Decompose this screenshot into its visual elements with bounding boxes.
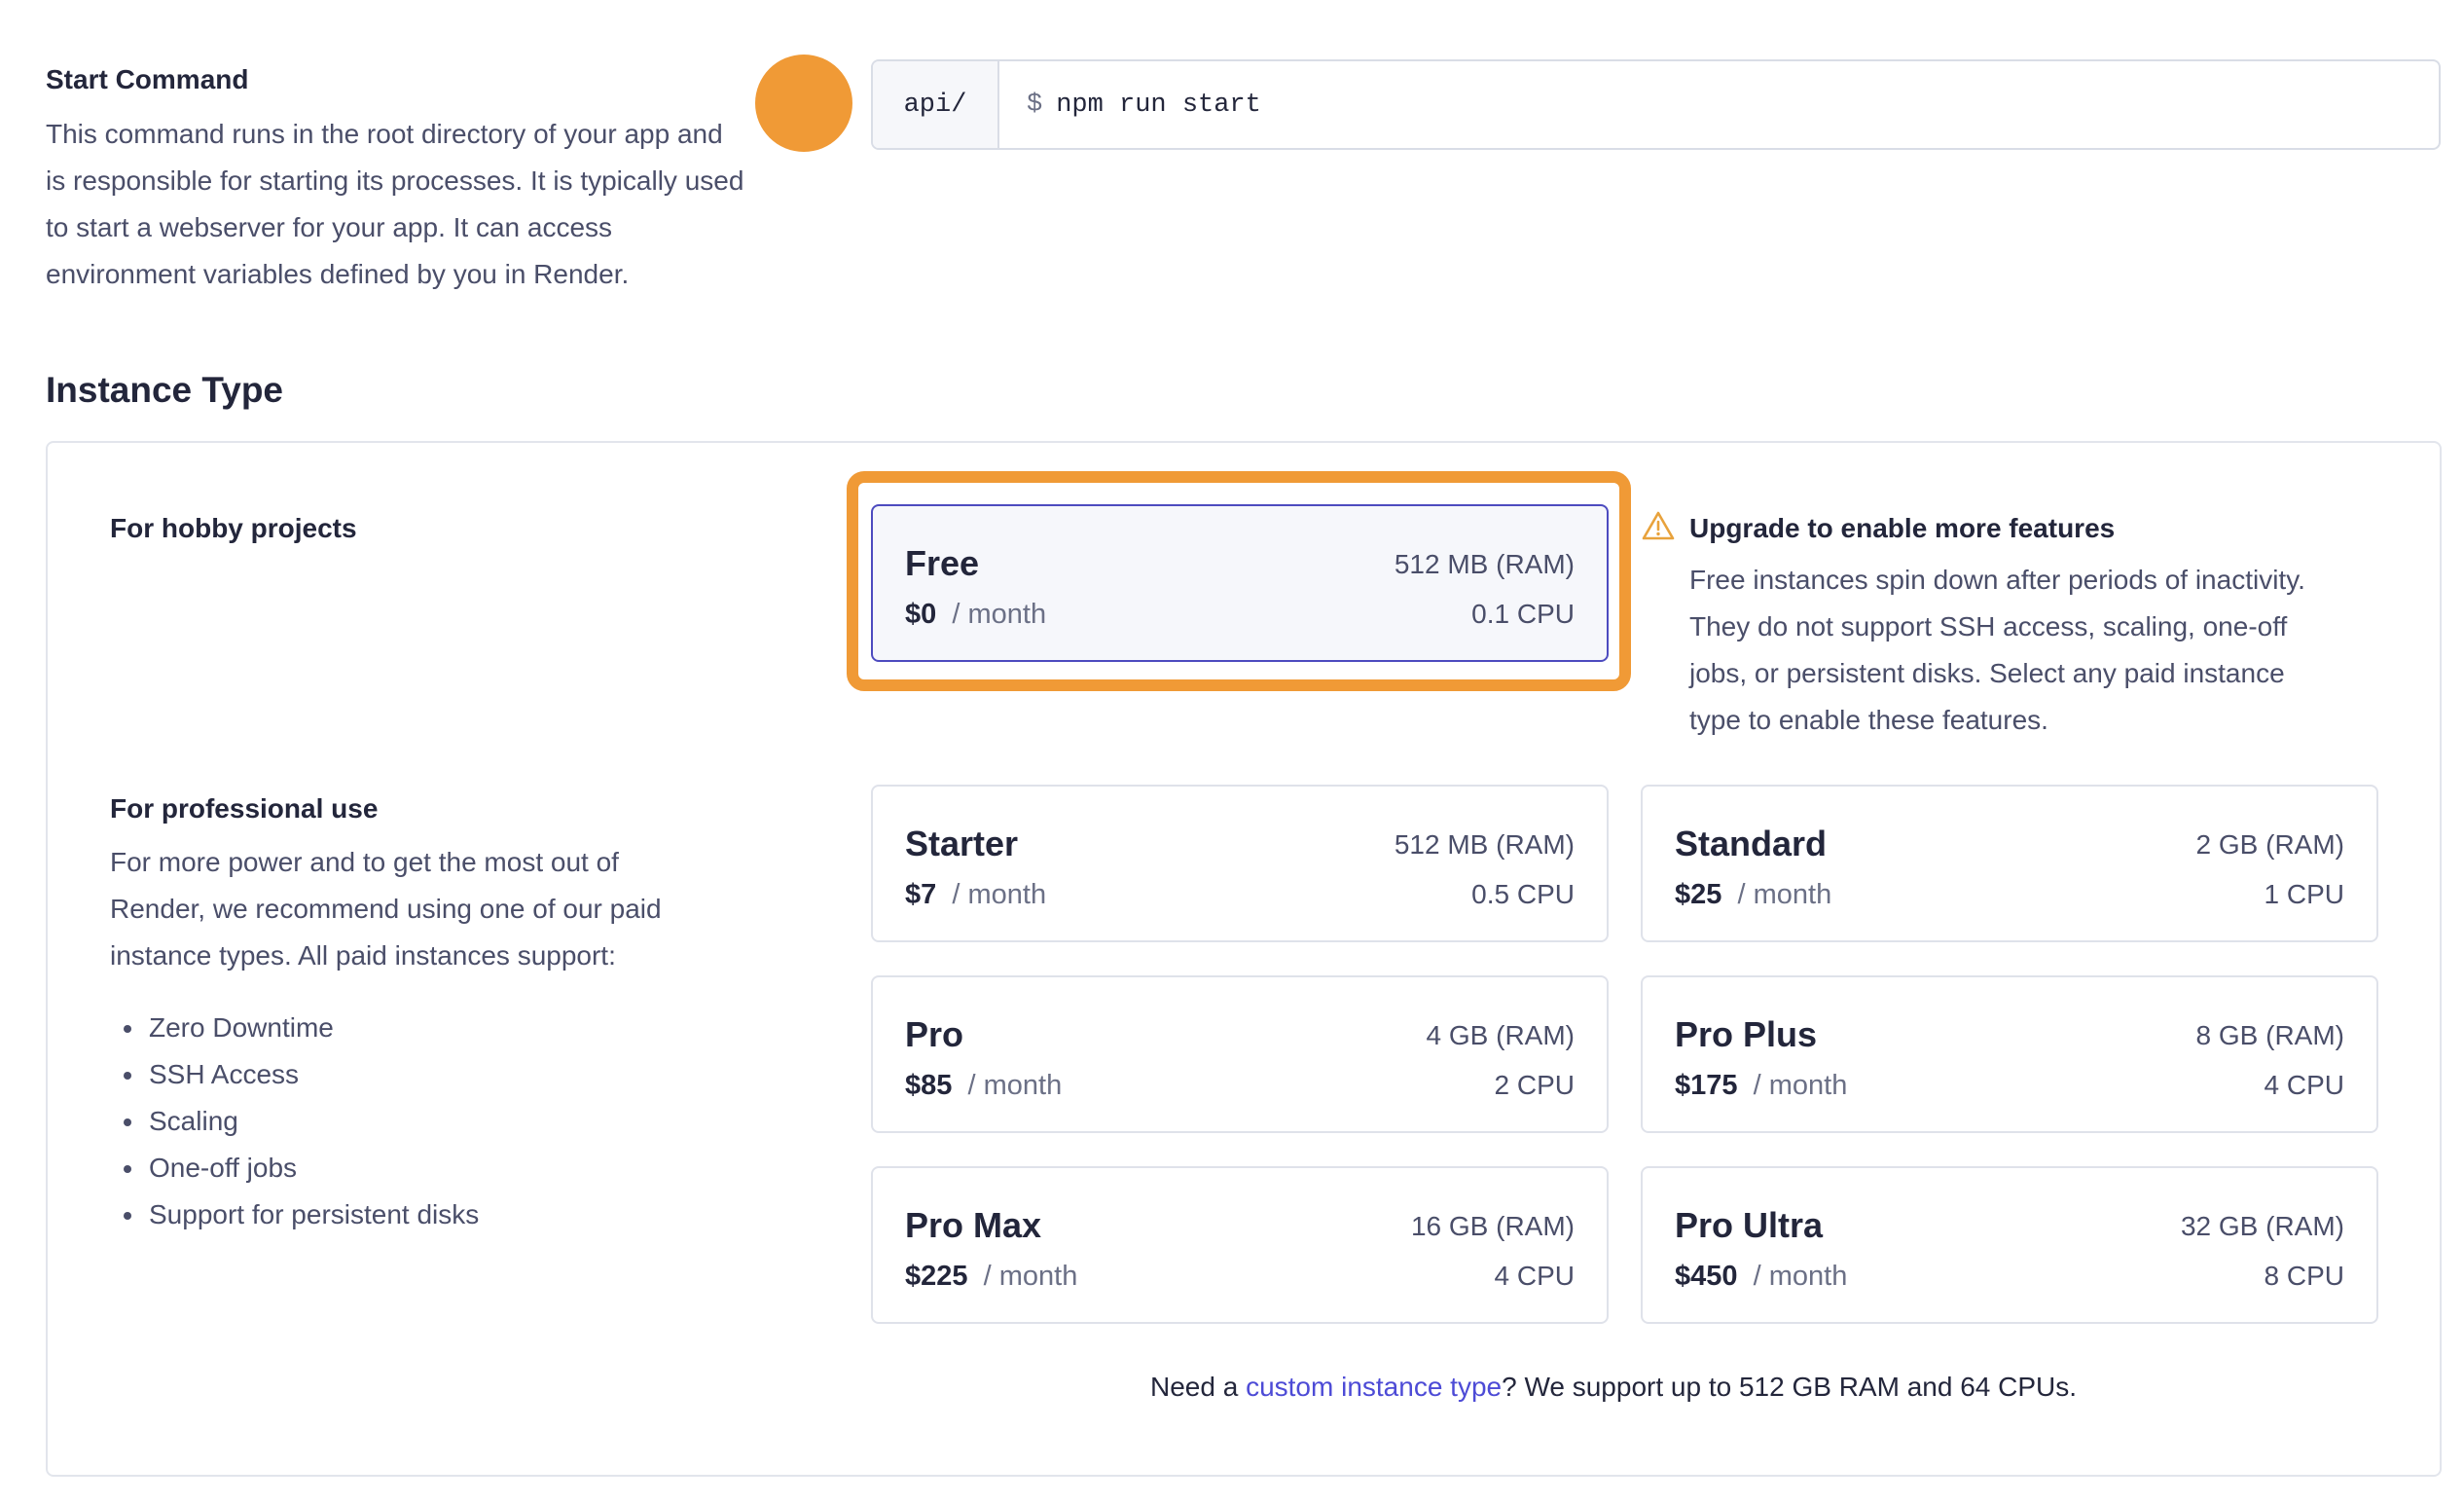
warning-triangle-icon [1642, 511, 1675, 540]
start-command-input[interactable]: $ npm run start [999, 61, 2439, 148]
instance-ram: 16 GB (RAM) [1410, 1211, 1575, 1241]
paid-features-list: Zero Downtime SSH Access Scaling One-off… [110, 1005, 479, 1238]
upgrade-description-line: jobs, or persistent disks. Select any pa… [1689, 658, 2285, 688]
instance-name: Standard [1675, 824, 1828, 863]
professional-description-line: instance types. All paid instances suppo… [110, 940, 616, 971]
instance-ram: 512 MB (RAM) [1394, 829, 1575, 860]
list-item: Zero Downtime [110, 1005, 479, 1051]
upgrade-description: Free instances spin down after periods o… [1689, 557, 2390, 744]
instance-card-pro[interactable]: Pro $85 / month 4 GB (RAM) 2 CPU [871, 975, 1609, 1133]
instance-name: Starter [905, 824, 1019, 863]
instance-price: $85 / month [905, 1070, 1063, 1101]
start-command-description-line: to start a webserver for your app. It ca… [46, 212, 613, 242]
instance-name: Pro Ultra [1675, 1205, 1824, 1245]
list-item: SSH Access [110, 1051, 479, 1098]
instance-name: Pro Plus [1675, 1014, 1818, 1054]
instance-price: $25 / month [1675, 879, 1832, 910]
custom-instance-note: Need a custom instance type? We support … [1150, 1372, 2077, 1403]
list-item: One-off jobs [110, 1145, 479, 1191]
custom-note-suffix: ? We support up to 512 GB RAM and 64 CPU… [1502, 1372, 2078, 1402]
professional-use-label: For professional use [110, 793, 379, 824]
instance-cpu: 8 CPU [2264, 1261, 2344, 1291]
shell-prompt: $ [1027, 90, 1043, 120]
start-command-title: Start Command [46, 64, 249, 94]
custom-instance-type-link[interactable]: custom instance type [1246, 1372, 1502, 1402]
upgrade-title: Upgrade to enable more features [1689, 513, 2116, 543]
instance-ram: 32 GB (RAM) [2180, 1211, 2344, 1241]
instance-type-title: Instance Type [46, 370, 284, 410]
professional-description-line: For more power and to get the most out o… [110, 847, 619, 877]
instance-name: Pro Max [905, 1205, 1042, 1245]
list-item: Scaling [110, 1098, 479, 1145]
instance-card-pro-max[interactable]: Pro Max $225 / month 16 GB (RAM) 4 CPU [871, 1166, 1609, 1324]
custom-note-prefix: Need a [1150, 1372, 1247, 1402]
instance-price: $7 / month [905, 879, 1047, 910]
instance-card-starter[interactable]: Starter $7 / month 512 MB (RAM) 0.5 CPU [871, 785, 1609, 942]
hobby-projects-label: For hobby projects [110, 513, 357, 543]
start-command-description: This command runs in the root directory … [46, 111, 805, 298]
start-command-description-line: is responsible for starting its processe… [46, 165, 744, 196]
list-item: Support for persistent disks [110, 1191, 479, 1238]
instance-price: $225 / month [905, 1261, 1078, 1292]
start-command-value: npm run start [1056, 90, 1261, 120]
instance-price: $450 / month [1675, 1261, 1848, 1292]
professional-description: For more power and to get the most out o… [110, 839, 733, 979]
instance-cpu: 4 CPU [1494, 1261, 1575, 1291]
root-directory-prefix: api/ [873, 61, 999, 148]
instance-cpu: 2 CPU [1494, 1070, 1575, 1100]
instance-cpu: 1 CPU [2264, 879, 2344, 909]
instance-ram: 2 GB (RAM) [2195, 829, 2344, 860]
cursor-indicator [755, 55, 852, 152]
instance-name: Pro [905, 1014, 964, 1054]
instance-price: $175 / month [1675, 1070, 1848, 1101]
professional-description-line: Render, we recommend using one of our pa… [110, 894, 662, 924]
instance-card-pro-plus[interactable]: Pro Plus $175 / month 8 GB (RAM) 4 CPU [1641, 975, 2378, 1133]
upgrade-description-line: Free instances spin down after periods o… [1689, 565, 2305, 595]
instance-ram: 8 GB (RAM) [2195, 1020, 2344, 1050]
upgrade-description-line: They do not support SSH access, scaling,… [1689, 611, 2288, 642]
instance-ram: 4 GB (RAM) [1426, 1020, 1575, 1050]
start-command-description-line: This command runs in the root directory … [46, 119, 723, 149]
start-command-description-line: environment variables defined by you in … [46, 259, 630, 289]
upgrade-description-line: type to enable these features. [1689, 705, 2048, 735]
instance-card-pro-ultra[interactable]: Pro Ultra $450 / month 32 GB (RAM) 8 CPU [1641, 1166, 2378, 1324]
instance-cpu: 4 CPU [2264, 1070, 2344, 1100]
start-command-field[interactable]: api/ $ npm run start [871, 59, 2441, 150]
instance-card-standard[interactable]: Standard $25 / month 2 GB (RAM) 1 CPU [1641, 785, 2378, 942]
instance-cpu: 0.5 CPU [1471, 879, 1575, 909]
selection-highlight [847, 471, 1631, 691]
